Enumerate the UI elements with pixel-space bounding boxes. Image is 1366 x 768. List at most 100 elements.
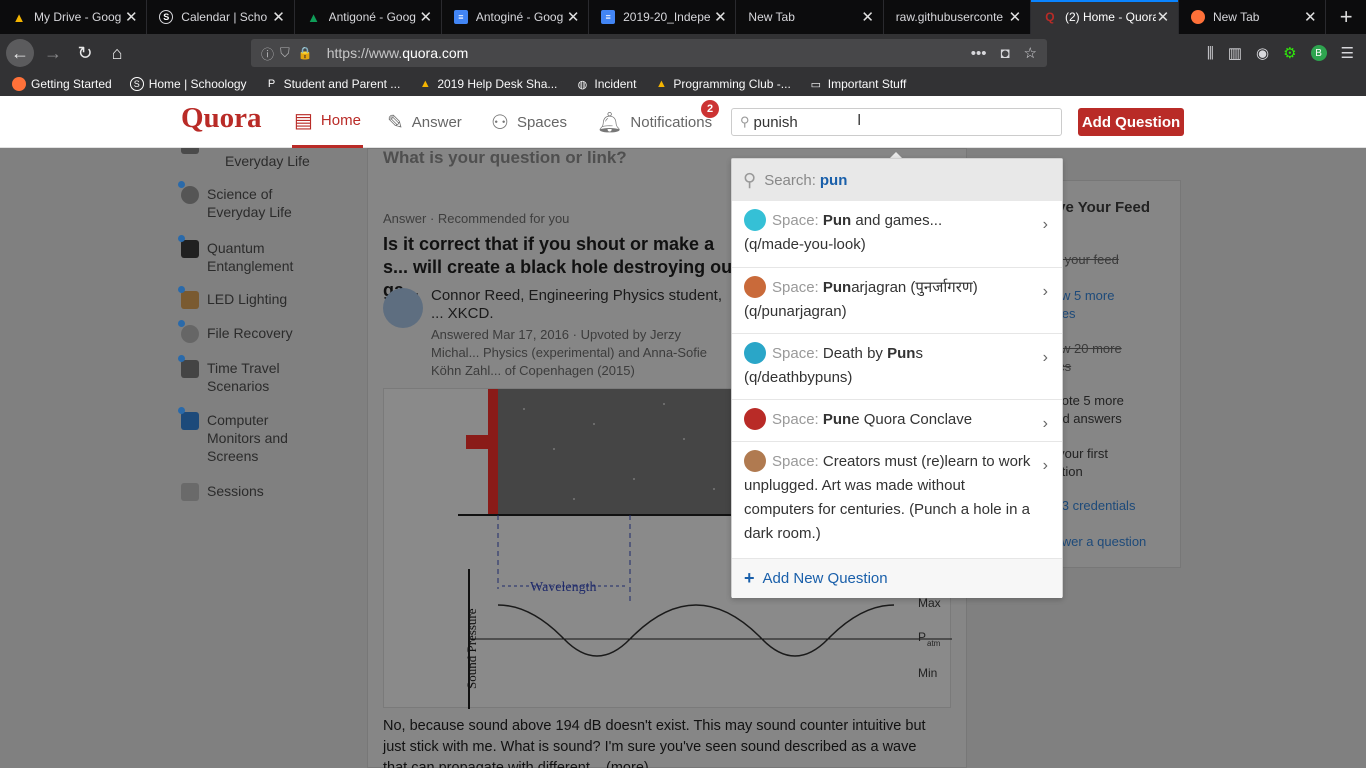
nav-answer[interactable]: ✎ Answer bbox=[387, 96, 462, 148]
tab-new-tab[interactable]: New Tab ✕ bbox=[736, 0, 884, 34]
nav-home[interactable]: ▤ Home bbox=[292, 96, 363, 148]
tab-calendar-schoology[interactable]: S Calendar | Scho ✕ bbox=[147, 0, 295, 34]
search-suggestion-query[interactable]: ⚲ Search: pun bbox=[732, 159, 1062, 201]
y-axis-label: Sound Pressure bbox=[464, 608, 479, 689]
tab-label: Antoginé - Goog bbox=[475, 10, 564, 24]
bookmark-student-parent[interactable]: P Student and Parent ... bbox=[265, 77, 400, 91]
author-credential[interactable]: Connor Reed, Engineering Physics student… bbox=[431, 287, 731, 323]
max-label: Max bbox=[918, 596, 941, 610]
bookmark-help-desk[interactable]: ▲ 2019 Help Desk Sha... bbox=[418, 77, 558, 91]
suggestion-space-punarjagran[interactable]: Space: Punarjagran (पुनर्जागरण) (q/punar… bbox=[732, 268, 1062, 334]
nav-spaces[interactable]: ⚇ Spaces bbox=[491, 96, 567, 148]
text-cursor-icon: I bbox=[857, 112, 862, 129]
sidebar-item-led-lighting[interactable]: LED Lighting bbox=[178, 286, 287, 309]
nav-notifications[interactable]: 🔔︎ Notifications bbox=[597, 96, 712, 148]
schoology-icon: S bbox=[159, 10, 174, 24]
improve-item[interactable]: sit your feed bbox=[1048, 251, 1182, 269]
answer-text[interactable]: No, because sound above 194 dB doesn't e… bbox=[383, 716, 943, 768]
close-icon[interactable]: ✕ bbox=[1303, 8, 1317, 26]
topic-thumbnail-icon bbox=[181, 148, 199, 154]
google-docs-icon: ≡ bbox=[601, 10, 616, 24]
improve-feed-panel: ove Your Feed sit your feed llow 5 more … bbox=[1047, 180, 1181, 568]
extension-vpn-icon[interactable]: ⚙ bbox=[1283, 44, 1296, 62]
tab-antogine-docs[interactable]: ≡ Antoginé - Goog ✕ bbox=[442, 0, 590, 34]
bookmark-getting-started[interactable]: Getting Started bbox=[12, 77, 112, 91]
suggestion-space-death-by-puns[interactable]: Space: Death by Puns (q/deathbypuns) › bbox=[732, 334, 1062, 400]
google-drive-icon: ▲ bbox=[12, 9, 26, 25]
sidebar-item-file-recovery[interactable]: File Recovery bbox=[178, 320, 293, 343]
close-icon[interactable]: ✕ bbox=[272, 8, 286, 26]
lock-icon[interactable]: 🔒 bbox=[298, 46, 313, 60]
bookmark-incident[interactable]: ◍ Incident bbox=[575, 77, 637, 91]
sidebar-item-computer-monitors[interactable]: Computer Monitors and Screens bbox=[178, 407, 297, 465]
tab-label: New Tab bbox=[1212, 10, 1260, 24]
close-icon[interactable]: ✕ bbox=[1156, 8, 1170, 26]
bookmark-star-icon[interactable]: ☆ bbox=[1024, 44, 1037, 62]
home-icon[interactable]: ⌂ bbox=[103, 39, 131, 67]
answer-meta: Answer · Recommended for you bbox=[383, 211, 570, 226]
library-icon[interactable]: ⫼ bbox=[1207, 45, 1214, 62]
url-bar[interactable]: ⓘ ⛉ 🔒 https://www.quora.com ••• ◘ ☆ bbox=[251, 39, 1047, 67]
add-new-question-button[interactable]: + Add New Question bbox=[732, 559, 1062, 598]
improve-item[interactable]: ld 3 credentials bbox=[1048, 497, 1182, 515]
sidebar-icon[interactable]: ▥ bbox=[1228, 44, 1242, 62]
forward-arrow-icon[interactable]: → bbox=[39, 39, 67, 67]
topic-thumbnail-icon bbox=[181, 325, 199, 343]
pocket-icon[interactable]: ◘ bbox=[1000, 45, 1009, 62]
info-icon[interactable]: ⓘ bbox=[261, 44, 274, 63]
avatar[interactable] bbox=[383, 288, 423, 328]
suggestion-space-pun-and-games[interactable]: Space: Pun and games... (q/made-you-look… bbox=[732, 201, 1062, 268]
close-icon[interactable]: ✕ bbox=[1008, 8, 1022, 26]
sidebar-item-science-everyday-life[interactable]: Science of Everyday Life bbox=[178, 181, 297, 221]
sidebar-item-everyday-life[interactable]: Everyday Life bbox=[181, 148, 310, 170]
sidebar-item-sessions[interactable]: Sessions bbox=[181, 482, 264, 501]
bookmark-schoology[interactable]: S Home | Schoology bbox=[129, 77, 247, 91]
add-question-button[interactable]: Add Question bbox=[1078, 108, 1184, 136]
quora-logo[interactable]: Quora bbox=[181, 102, 262, 135]
close-icon[interactable]: ✕ bbox=[861, 8, 875, 26]
sidebar-item-quantum-entanglement[interactable]: Quantum Entanglement bbox=[178, 235, 297, 275]
chevron-right-icon: › bbox=[1042, 283, 1048, 300]
extension-avatar-icon[interactable]: B bbox=[1310, 45, 1327, 61]
home-feed-icon: ▤ bbox=[294, 110, 313, 132]
account-icon[interactable]: ◉ bbox=[1256, 44, 1269, 62]
improve-item[interactable]: nswer a question bbox=[1048, 533, 1182, 551]
tab-antigone-drive[interactable]: ▲ Antigoné - Goog ✕ bbox=[295, 0, 442, 34]
bookmark-programming-club[interactable]: ▲ Programming Club -... bbox=[654, 77, 791, 91]
chevron-right-icon: › bbox=[1042, 415, 1048, 432]
search-input[interactable] bbox=[753, 113, 954, 131]
suggestion-space-creators-unplugged[interactable]: Space: Creators must (re)learn to work u… bbox=[732, 442, 1062, 559]
space-avatar-icon bbox=[744, 276, 766, 299]
tab-new-tab-2[interactable]: New Tab ✕ bbox=[1179, 0, 1327, 34]
close-icon[interactable]: ✕ bbox=[566, 8, 580, 26]
tab-quora-home[interactable]: Q (2) Home - Quora ✕ bbox=[1030, 0, 1179, 34]
tracking-shield-icon[interactable]: ⛉ bbox=[280, 45, 290, 61]
close-icon[interactable]: ✕ bbox=[419, 8, 433, 26]
tab-github-raw[interactable]: raw.githubuserconte ✕ bbox=[884, 0, 1031, 34]
tab-my-drive[interactable]: ▲ My Drive - Goog ✕ bbox=[0, 0, 148, 34]
ask-question-prompt[interactable]: What is your question or link? bbox=[383, 148, 627, 168]
close-icon[interactable]: ✕ bbox=[713, 8, 727, 26]
space-avatar-icon bbox=[744, 209, 766, 232]
tab-label: raw.githubuserconte bbox=[895, 10, 1004, 24]
sidebar-item-time-travel[interactable]: Time Travel Scenarios bbox=[178, 355, 297, 395]
quora-icon bbox=[744, 408, 766, 431]
close-icon[interactable]: ✕ bbox=[124, 8, 138, 26]
page-backdrop[interactable]: Everyday Life Science of Everyday Life Q… bbox=[0, 148, 1366, 768]
topic-thumbnail-icon bbox=[181, 291, 199, 309]
url-text[interactable]: https://www.quora.com bbox=[327, 45, 469, 61]
bookmarks-toolbar: Getting Started S Home | Schoology P Stude… bbox=[0, 72, 1366, 96]
page-actions-icon[interactable]: ••• bbox=[971, 45, 987, 62]
wavelength-label: Wavelength bbox=[530, 580, 597, 595]
patm-subscript: atm bbox=[927, 639, 941, 648]
reload-icon[interactable]: ↻ bbox=[71, 39, 99, 67]
back-arrow-icon[interactable]: ← bbox=[6, 39, 34, 67]
bookmark-important-stuff[interactable]: ▭ Important Stuff bbox=[809, 77, 907, 91]
suggestion-space-pune-quora-conclave[interactable]: Space: Pune Quora Conclave › bbox=[732, 400, 1062, 442]
notification-count-badge: 2 bbox=[701, 100, 719, 118]
menu-hamburger-icon[interactable]: ☰ bbox=[1341, 44, 1354, 62]
tab-independent-docs[interactable]: ≡ 2019-20_Indepe ✕ bbox=[589, 0, 737, 34]
tab-label: New Tab bbox=[748, 10, 795, 24]
new-tab-plus-icon[interactable]: + bbox=[1326, 0, 1366, 34]
search-box[interactable]: ⚲ bbox=[731, 108, 1062, 136]
